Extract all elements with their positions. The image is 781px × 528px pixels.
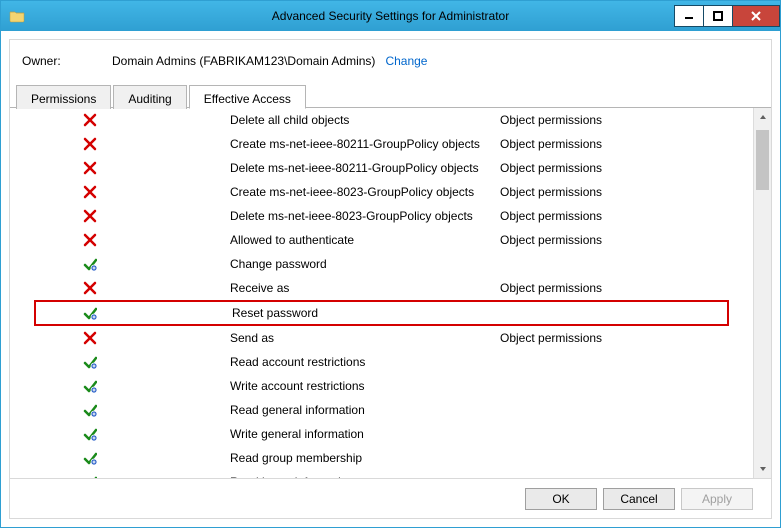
dialog-footer: OK Cancel Apply bbox=[10, 478, 771, 518]
permission-name: Write account restrictions bbox=[230, 379, 500, 393]
allow-icon bbox=[80, 257, 100, 271]
deny-icon bbox=[80, 161, 100, 175]
allow-icon bbox=[80, 355, 100, 369]
table-row[interactable]: Create ms-net-ieee-8023-GroupPolicy obje… bbox=[10, 180, 753, 204]
table-row[interactable]: Read logon information bbox=[10, 470, 753, 478]
table-row[interactable]: Create ms-net-ieee-80211-GroupPolicy obj… bbox=[10, 132, 753, 156]
deny-icon bbox=[80, 113, 100, 127]
maximize-button[interactable] bbox=[703, 5, 733, 27]
vertical-scrollbar[interactable] bbox=[753, 108, 771, 478]
permission-name: Send as bbox=[230, 331, 500, 345]
permission-name: Reset password bbox=[232, 306, 502, 320]
folder-icon bbox=[9, 8, 25, 24]
table-row[interactable]: Write general information bbox=[10, 422, 753, 446]
permission-name: Read account restrictions bbox=[230, 355, 500, 369]
table-row[interactable]: Delete ms-net-ieee-8023-GroupPolicy obje… bbox=[10, 204, 753, 228]
deny-icon bbox=[80, 209, 100, 223]
permission-name: Delete all child objects bbox=[230, 113, 500, 127]
permission-name: Delete ms-net-ieee-80211-GroupPolicy obj… bbox=[230, 161, 500, 175]
permission-name: Create ms-net-ieee-80211-GroupPolicy obj… bbox=[230, 137, 500, 151]
deny-icon bbox=[80, 233, 100, 247]
deny-icon bbox=[80, 137, 100, 151]
tab-permissions[interactable]: Permissions bbox=[16, 85, 111, 109]
effective-access-list: Delete all child objectsObject permissio… bbox=[10, 108, 771, 478]
permission-name: Create ms-net-ieee-8023-GroupPolicy obje… bbox=[230, 185, 500, 199]
change-owner-link[interactable]: Change bbox=[385, 54, 427, 68]
table-row[interactable]: Write account restrictions bbox=[10, 374, 753, 398]
allow-icon bbox=[80, 379, 100, 393]
permission-name: Read logon information bbox=[230, 475, 500, 478]
permission-name: Read general information bbox=[230, 403, 500, 417]
permission-name: Read group membership bbox=[230, 451, 500, 465]
list-body[interactable]: Delete all child objectsObject permissio… bbox=[10, 108, 753, 478]
access-limited-by: Object permissions bbox=[500, 233, 680, 247]
table-row[interactable]: Receive asObject permissions bbox=[10, 276, 753, 300]
scroll-thumb[interactable] bbox=[756, 130, 769, 190]
permission-name: Delete ms-net-ieee-8023-GroupPolicy obje… bbox=[230, 209, 500, 223]
content-pane: Owner: Domain Admins (FABRIKAM123\Domain… bbox=[9, 39, 772, 519]
table-row[interactable]: Allowed to authenticateObject permission… bbox=[10, 228, 753, 252]
permission-name: Write general information bbox=[230, 427, 500, 441]
table-row[interactable]: Send asObject permissions bbox=[10, 326, 753, 350]
access-limited-by: Object permissions bbox=[500, 331, 680, 345]
allow-icon bbox=[80, 306, 100, 320]
access-limited-by: Object permissions bbox=[500, 161, 680, 175]
scroll-down-button[interactable] bbox=[754, 460, 771, 478]
allow-icon bbox=[80, 427, 100, 441]
window-title: Advanced Security Settings for Administr… bbox=[1, 9, 780, 23]
tab-auditing[interactable]: Auditing bbox=[113, 85, 186, 109]
access-limited-by: Object permissions bbox=[500, 113, 680, 127]
access-limited-by: Object permissions bbox=[500, 137, 680, 151]
access-limited-by: Object permissions bbox=[500, 185, 680, 199]
access-limited-by: Object permissions bbox=[500, 281, 680, 295]
table-row[interactable]: Delete all child objectsObject permissio… bbox=[10, 108, 753, 132]
permission-name: Change password bbox=[230, 257, 500, 271]
allow-icon bbox=[80, 475, 100, 478]
ok-button[interactable]: OK bbox=[525, 488, 597, 510]
window-buttons bbox=[675, 5, 780, 27]
table-row[interactable]: Read group membership bbox=[10, 446, 753, 470]
window-frame: Advanced Security Settings for Administr… bbox=[0, 0, 781, 528]
permission-name: Allowed to authenticate bbox=[230, 233, 500, 247]
scroll-track[interactable] bbox=[754, 126, 771, 460]
close-button[interactable] bbox=[732, 5, 780, 27]
table-row[interactable]: Read account restrictions bbox=[10, 350, 753, 374]
table-row[interactable]: Read general information bbox=[10, 398, 753, 422]
allow-icon bbox=[80, 451, 100, 465]
deny-icon bbox=[80, 281, 100, 295]
deny-icon bbox=[80, 185, 100, 199]
minimize-button[interactable] bbox=[674, 5, 704, 27]
tab-strip: Permissions Auditing Effective Access bbox=[10, 84, 771, 108]
apply-button: Apply bbox=[681, 488, 753, 510]
access-limited-by: Object permissions bbox=[500, 209, 680, 223]
permission-name: Receive as bbox=[230, 281, 500, 295]
tab-effective-access[interactable]: Effective Access bbox=[189, 85, 306, 109]
table-row[interactable]: Change password bbox=[10, 252, 753, 276]
scroll-up-button[interactable] bbox=[754, 108, 771, 126]
owner-label: Owner: bbox=[22, 54, 112, 68]
deny-icon bbox=[80, 331, 100, 345]
allow-icon bbox=[80, 403, 100, 417]
cancel-button[interactable]: Cancel bbox=[603, 488, 675, 510]
owner-row: Owner: Domain Admins (FABRIKAM123\Domain… bbox=[10, 40, 771, 84]
titlebar[interactable]: Advanced Security Settings for Administr… bbox=[1, 1, 780, 31]
owner-value: Domain Admins (FABRIKAM123\Domain Admins… bbox=[112, 54, 375, 68]
table-row[interactable]: Reset password bbox=[34, 300, 729, 326]
table-row[interactable]: Delete ms-net-ieee-80211-GroupPolicy obj… bbox=[10, 156, 753, 180]
